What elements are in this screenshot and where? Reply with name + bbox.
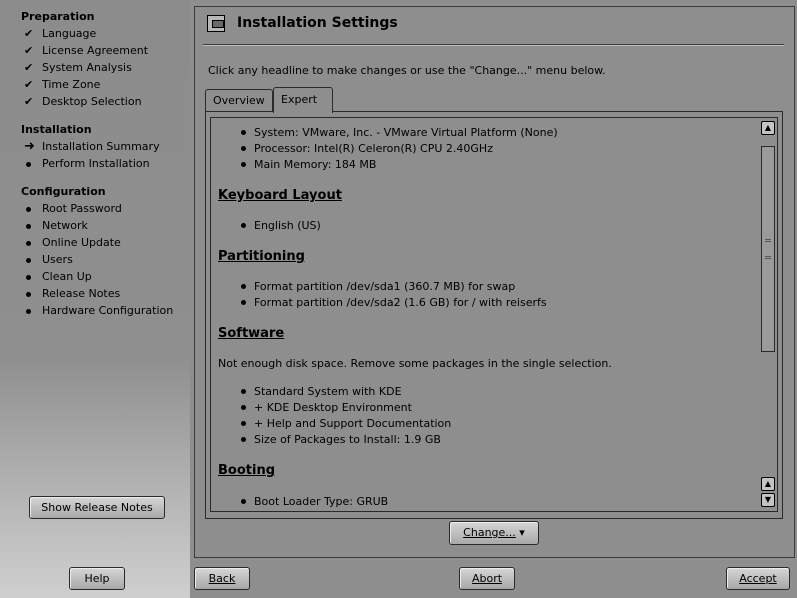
step-installation-summary: ➜ Installation Summary — [24, 138, 160, 155]
bullet-icon — [241, 161, 246, 167]
accept-button[interactable]: Accept — [726, 567, 790, 590]
step-users: Users — [24, 251, 73, 268]
booting-heading-link[interactable]: Booting — [218, 463, 275, 478]
bullet-icon — [26, 274, 31, 280]
keyboard-layout-heading-link[interactable]: Keyboard Layout — [218, 188, 342, 203]
list-item: Standard System with KDE — [241, 385, 402, 398]
step-label: Online Update — [42, 236, 121, 249]
step-label: Root Password — [42, 202, 122, 215]
bullet-icon — [241, 129, 246, 135]
bullet-icon — [26, 257, 31, 263]
summary-view[interactable]: System: VMware, Inc. - VMware Virtual Pl… — [210, 117, 778, 512]
list-item: Format partition /dev/sda2 (1.6 GB) for … — [241, 296, 547, 309]
check-icon: ✔ — [24, 61, 34, 74]
step-label: Installation Summary — [42, 140, 160, 153]
show-release-notes-button[interactable]: Show Release Notes — [29, 496, 165, 519]
tab-overview[interactable]: Overview — [205, 89, 273, 112]
step-label: License Agreement — [42, 44, 149, 57]
section-title-installation: Installation — [21, 123, 92, 136]
monitor-icon — [207, 15, 225, 32]
bullet-icon — [241, 420, 246, 426]
step-desktop-selection: ✔ Desktop Selection — [24, 93, 142, 110]
step-system-analysis: ✔ System Analysis — [24, 59, 132, 76]
bullet-icon — [241, 436, 246, 442]
step-root-password: Root Password — [24, 200, 122, 217]
software-warning: Not enough disk space. Remove some packa… — [218, 357, 612, 370]
bullet-icon — [26, 291, 31, 297]
bullet-icon — [26, 161, 31, 167]
summary-content: System: VMware, Inc. - VMware Virtual Pl… — [211, 118, 759, 511]
list-item: + Help and Support Documentation — [241, 417, 451, 430]
step-label: Perform Installation — [42, 157, 150, 170]
list-item: Format partition /dev/sda1 (360.7 MB) fo… — [241, 280, 515, 293]
step-license-agreement: ✔ License Agreement — [24, 42, 148, 59]
scroll-up-top-button[interactable]: ▲ — [761, 121, 775, 135]
section-title-configuration: Configuration — [21, 185, 106, 198]
step-time-zone: ✔ Time Zone — [24, 76, 100, 93]
scrollbar-thumb[interactable] — [761, 146, 775, 352]
step-label: Language — [42, 27, 97, 40]
step-label: Desktop Selection — [42, 95, 142, 108]
arrow-right-icon: ➜ — [24, 139, 35, 154]
step-label: Clean Up — [42, 270, 92, 283]
bullet-icon — [241, 404, 246, 410]
step-online-update: Online Update — [24, 234, 121, 251]
list-item: System: VMware, Inc. - VMware Virtual Pl… — [241, 126, 558, 139]
tab-content-frame: System: VMware, Inc. - VMware Virtual Pl… — [205, 111, 783, 519]
bullet-icon — [26, 240, 31, 246]
bullet-icon — [241, 283, 246, 289]
title-divider — [203, 44, 784, 46]
bullet-icon — [241, 388, 246, 394]
back-button[interactable]: Back — [194, 567, 250, 590]
step-label: Hardware Configuration — [42, 304, 174, 317]
step-language: ✔ Language — [24, 25, 96, 42]
step-hardware-configuration: Hardware Configuration — [24, 302, 173, 319]
change-menu-button[interactable]: Change... ▾ — [449, 521, 539, 545]
vertical-scrollbar[interactable]: ▲ ▲ ▼ — [759, 118, 777, 511]
dropdown-arrow-icon: ▾ — [519, 526, 525, 539]
list-item: Size of Packages to Install: 1.9 GB — [241, 433, 441, 446]
list-item: Main Memory: 184 MB — [241, 158, 376, 171]
step-clean-up: Clean Up — [24, 268, 92, 285]
software-heading-link[interactable]: Software — [218, 326, 284, 341]
step-label: System Analysis — [42, 61, 132, 74]
list-item: Processor: Intel(R) Celeron(R) CPU 2.40G… — [241, 142, 493, 155]
step-label: Time Zone — [42, 78, 101, 91]
list-item: + KDE Desktop Environment — [241, 401, 412, 414]
list-item: Boot Loader Type: GRUB — [241, 495, 388, 508]
step-release-notes: Release Notes — [24, 285, 120, 302]
step-network: Network — [24, 217, 88, 234]
help-button[interactable]: Help — [69, 567, 125, 590]
step-label: Release Notes — [42, 287, 121, 300]
installation-settings-panel: Installation Settings Click any headline… — [194, 6, 795, 558]
bullet-icon — [26, 308, 31, 314]
scroll-up-button[interactable]: ▲ — [761, 477, 775, 491]
change-button-label: Change... — [463, 526, 516, 539]
instructions-text: Click any headline to make changes or us… — [208, 64, 606, 77]
check-icon: ✔ — [24, 44, 34, 57]
bullet-icon — [26, 206, 31, 212]
check-icon: ✔ — [24, 95, 34, 108]
step-perform-installation: Perform Installation — [24, 155, 150, 172]
bullet-icon — [241, 299, 246, 305]
bullet-icon — [241, 498, 246, 504]
check-icon: ✔ — [24, 78, 34, 91]
bullet-icon — [241, 145, 246, 151]
abort-button[interactable]: Abort — [459, 567, 515, 590]
partitioning-heading-link[interactable]: Partitioning — [218, 249, 305, 264]
bullet-icon — [26, 223, 31, 229]
sidebar: Preparation ✔ Language ✔ License Agreement… — [0, 0, 190, 598]
step-label: Users — [42, 253, 73, 266]
section-title-preparation: Preparation — [21, 10, 95, 23]
bullet-icon — [241, 222, 246, 228]
step-label: Network — [42, 219, 88, 232]
check-icon: ✔ — [24, 27, 34, 40]
scroll-down-button[interactable]: ▼ — [761, 493, 775, 507]
tab-expert[interactable]: Expert — [273, 87, 333, 113]
list-item: English (US) — [241, 219, 321, 232]
page-title: Installation Settings — [237, 15, 398, 31]
